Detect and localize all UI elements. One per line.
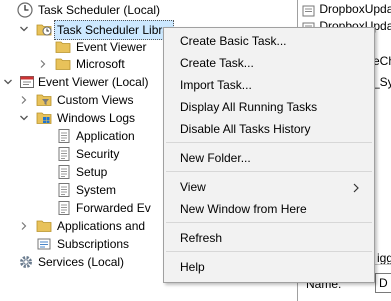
menu-item-view[interactable]: View	[180, 177, 206, 197]
tree-item-label: Windows Logs	[57, 111, 136, 125]
menu-item-new-window-from-here[interactable]: New Window from Here	[180, 199, 307, 219]
tree-item-label: Application	[76, 129, 135, 143]
list-item-partial[interactable]: eChe	[373, 52, 391, 70]
chevron-right-icon[interactable]	[18, 94, 30, 106]
task-name: DropboxUpdat	[319, 2, 391, 16]
log-icon	[56, 164, 72, 180]
tree-item-label: Services (Local)	[38, 255, 125, 269]
menu-item-disable-all-tasks-history[interactable]: Disable All Tasks History	[180, 119, 311, 139]
menu-item-display-all-running-tasks[interactable]: Display All Running Tasks	[180, 97, 317, 117]
menu-item-import-task[interactable]: Import Task...	[180, 75, 252, 95]
list-item[interactable]: DropboxUpdat	[302, 0, 391, 18]
tree-item-label: System	[76, 183, 117, 197]
task-icon	[302, 4, 316, 17]
menu-item-refresh[interactable]: Refresh	[180, 228, 222, 248]
log-icon	[56, 146, 72, 162]
submenu-arrow-icon	[352, 182, 360, 193]
menu-item-create-task[interactable]: Create Task...	[180, 53, 254, 73]
tree-item-label: Task Scheduler (Local)	[38, 3, 161, 17]
menu-item-new-folder[interactable]: New Folder...	[180, 148, 251, 168]
windows-logs-folder-icon	[36, 110, 52, 126]
tree-item-task-scheduler-local[interactable]: Task Scheduler (Local)	[0, 0, 297, 20]
menu-item-help[interactable]: Help	[180, 257, 205, 277]
folder-icon	[55, 39, 71, 55]
folder-icon	[55, 56, 71, 72]
context-menu: Create Basic Task... Create Task... Impo…	[163, 27, 375, 283]
gear-icon	[18, 254, 34, 270]
tree-item-label: Security	[76, 147, 120, 161]
chevron-down-icon[interactable]	[2, 76, 14, 88]
chevron-down-icon[interactable]	[18, 112, 30, 124]
log-icon	[56, 182, 72, 198]
task-scheduler-icon	[17, 2, 33, 18]
tree-item-label: Forwarded Ev	[76, 201, 151, 215]
chevron-right-icon[interactable]	[37, 58, 49, 70]
tree-item-label: Setup	[76, 165, 108, 179]
subscriptions-icon	[36, 236, 52, 252]
tree-item-label: Microsoft	[76, 57, 125, 71]
tree-item-label: Event Viewer (Local)	[38, 75, 149, 89]
tree-item-label: Applications and	[57, 219, 146, 233]
folder-icon	[36, 218, 52, 234]
chevron-down-icon[interactable]	[18, 23, 30, 35]
name-field[interactable]: D	[375, 273, 391, 293]
custom-views-folder-icon	[36, 92, 52, 108]
task-library-icon	[36, 21, 52, 37]
chevron-right-icon[interactable]	[18, 220, 30, 232]
menu-separator	[166, 251, 372, 252]
menu-separator	[166, 142, 372, 143]
log-icon	[56, 200, 72, 216]
menu-separator	[166, 222, 372, 223]
tree-item-label: Custom Views	[57, 93, 134, 107]
menu-item-create-basic-task[interactable]: Create Basic Task...	[180, 31, 287, 51]
list-item-partial[interactable]: _Sym	[373, 73, 391, 91]
event-viewer-icon	[19, 74, 35, 90]
log-icon	[56, 128, 72, 144]
tree-item-label: Subscriptions	[57, 237, 130, 251]
menu-separator	[166, 171, 372, 172]
